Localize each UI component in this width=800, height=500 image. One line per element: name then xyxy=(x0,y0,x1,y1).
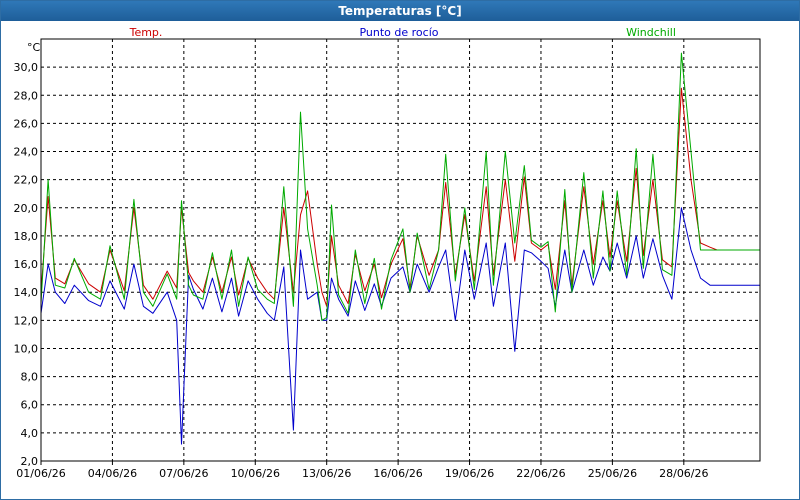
x-tick-label: 07/06/26 xyxy=(159,467,208,480)
y-tick-label: 14,0 xyxy=(14,286,39,299)
y-tick-label: 26,0 xyxy=(14,117,39,130)
y-tick-label: 20,0 xyxy=(14,202,39,215)
x-tick-label: 28/06/26 xyxy=(659,467,708,480)
legend-entry: Windchill xyxy=(626,26,676,39)
y-tick-label: 6,0 xyxy=(21,399,39,412)
x-tick-label: 19/06/26 xyxy=(445,467,494,480)
y-axis-unit: °C xyxy=(27,41,41,54)
y-tick-label: 22,0 xyxy=(14,174,39,187)
x-tick-label: 25/06/26 xyxy=(588,467,637,480)
chart-window: Temperaturas [°C] 2,0 4,0 6,0 8,0 10,0 12,0 14… xyxy=(0,0,800,500)
y-tick-label: 8,0 xyxy=(21,371,39,384)
temperature-chart: 2,04,06,08,010,012,014,016,018,020,022,0… xyxy=(14,26,761,480)
y-tick-label: 28,0 xyxy=(14,89,39,102)
x-tick-label: 22/06/26 xyxy=(516,467,565,480)
y-tick-label: 24,0 xyxy=(14,146,39,159)
legend: Temp. Punto de rocío Windchill xyxy=(129,26,676,39)
grid-lines xyxy=(40,39,760,462)
x-tick-label: 10/06/26 xyxy=(231,467,280,480)
x-tick-label: 13/06/26 xyxy=(302,467,351,480)
y-axis-ticks: 2,04,06,08,010,012,014,016,018,020,022,0… xyxy=(14,61,39,468)
x-tick-label: 16/06/26 xyxy=(373,467,422,480)
y-tick-label: 4,0 xyxy=(21,427,39,440)
series-lines xyxy=(40,52,760,445)
y-tick-label: 18,0 xyxy=(14,230,39,243)
y-tick-label: 16,0 xyxy=(14,258,39,271)
plot-area-frame xyxy=(40,38,761,462)
x-axis-ticks: 01/06/26 04/06/26 07/06/26 10/06/26 13/06/26… xyxy=(16,461,709,480)
y-tick-label: 12,0 xyxy=(14,314,39,327)
legend-entry: Punto de rocío xyxy=(359,26,438,39)
y-tick-label: 30,0 xyxy=(14,61,39,74)
legend-entry: Temp. xyxy=(129,26,163,39)
y-tick-label: 10,0 xyxy=(14,342,39,355)
series-line xyxy=(40,87,760,307)
x-tick-label: 04/06/26 xyxy=(88,467,137,480)
x-tick-label: 01/06/26 xyxy=(16,467,65,480)
